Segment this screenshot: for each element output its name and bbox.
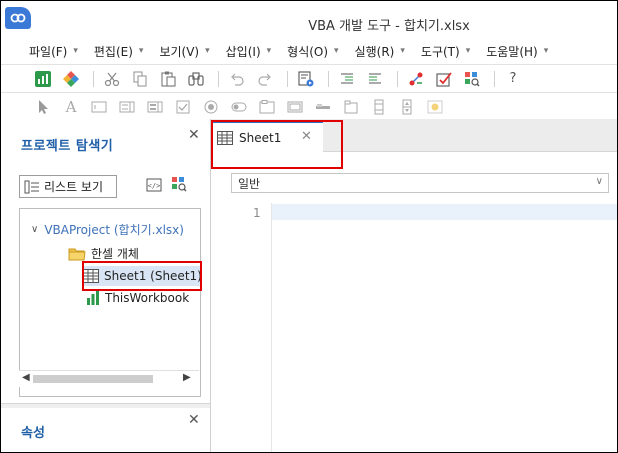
tree-item-thisworkbook[interactable]: ThisWorkbook (86, 291, 189, 305)
command-button-control-icon[interactable] (283, 96, 307, 118)
spinbutton-control-icon[interactable] (395, 96, 419, 118)
chevron-down-icon: ▾ (400, 46, 405, 56)
panel-divider[interactable] (1, 403, 210, 408)
folder-icon (68, 247, 86, 261)
chevron-down-icon: ▾ (266, 46, 272, 56)
help-button[interactable]: ? (501, 68, 525, 90)
copy-icon[interactable] (128, 68, 152, 90)
controls-toolbar: A (1, 92, 617, 121)
multipage-control-icon[interactable] (339, 96, 363, 118)
frame-control-icon[interactable] (255, 96, 279, 118)
image-control-icon[interactable] (423, 96, 447, 118)
title-bar: VBA 개발 도구 - 합치기.xlsx (1, 1, 617, 39)
tree-item-folder[interactable]: 한셀 개체 (68, 245, 139, 262)
menu-insert[interactable]: 삽입(I) ▾ (226, 43, 272, 60)
window-title: VBA 개발 도구 - 합치기.xlsx (308, 19, 470, 34)
label-control-icon[interactable]: A (59, 96, 83, 118)
project-explorer-title: 프로젝트 탐색기 (21, 139, 114, 154)
menu-format[interactable]: 형식(O) ▾ (287, 43, 338, 60)
cut-icon[interactable] (100, 68, 124, 90)
svg-text:</>: </> (148, 182, 161, 190)
combobox-control-icon[interactable] (115, 96, 139, 118)
undo-icon[interactable] (225, 68, 249, 90)
indent-icon[interactable] (335, 68, 359, 90)
current-line-highlight[interactable] (272, 204, 617, 220)
toggle-button-control-icon[interactable] (227, 96, 251, 118)
line-number: 1 (253, 206, 261, 220)
tree-horizontal-scrollbar[interactable]: ◀ ▶ (19, 370, 199, 387)
scroll-left-icon[interactable]: ◀ (22, 372, 30, 383)
tree-item-vbaproject[interactable]: ∨ VBAProject (합치기.xlsx) (31, 221, 184, 238)
workbook-icon (86, 291, 100, 305)
menu-view[interactable]: 보기(V) ▾ (159, 43, 209, 60)
editor-tab-strip: Sheet1 ✕ (211, 119, 617, 153)
standard-toolbar: ? (1, 64, 617, 92)
option-button-control-icon[interactable] (199, 96, 223, 118)
scrollbar-thumb[interactable] (33, 375, 153, 383)
scrollbar-control-icon[interactable] (367, 96, 391, 118)
chevron-down-icon: ▾ (73, 46, 78, 56)
list-view-icon (24, 180, 40, 194)
toolbar-separator (287, 70, 288, 87)
breakpoint-icon[interactable] (404, 68, 428, 90)
menu-edit[interactable]: 편집(E) ▾ (94, 43, 144, 60)
chevron-down-icon: ▾ (205, 46, 210, 56)
menu-run[interactable]: 실행(R) ▾ (355, 43, 405, 60)
chevron-down-icon[interactable]: ∨ (31, 224, 38, 235)
tab-sheet1[interactable]: Sheet1 ✕ (211, 121, 323, 153)
run-macro-icon[interactable] (294, 68, 318, 90)
outdent-icon[interactable] (363, 68, 387, 90)
sheet-icon (83, 269, 99, 283)
toolbar-separator (328, 70, 329, 87)
redo-icon[interactable] (253, 68, 277, 90)
menu-bar: 파일(F) ▾ 편집(E) ▾ 보기(V) ▾ 삽입(I) ▾ 형식(O) ▾ 실행(R)… (1, 39, 617, 63)
menu-help[interactable]: 도움말(H) ▾ (486, 43, 548, 60)
view-object-icon[interactable] (171, 176, 187, 195)
design-mode-icon[interactable] (59, 68, 83, 90)
line-number-gutter (231, 203, 272, 452)
close-icon[interactable]: ✕ (188, 127, 200, 143)
app-window: VBA 개발 도구 - 합치기.xlsx 파일(F) ▾ 편집(E) ▾ 보기(V)… (0, 0, 618, 453)
chevron-down-icon: ▾ (543, 46, 549, 56)
chevron-down-icon: ▾ (138, 46, 144, 56)
tab-label: Sheet1 (239, 131, 282, 145)
toolbar-separator (218, 70, 219, 87)
check-syntax-icon[interactable] (432, 68, 456, 90)
properties-title: 속성 (21, 426, 45, 441)
select-pointer-icon[interactable] (31, 96, 55, 118)
project-tree: ∨ VBAProject (합치기.xlsx) 한셀 개체 Sheet1 (Sh… (19, 208, 201, 397)
close-icon[interactable]: ✕ (301, 129, 312, 144)
menu-file[interactable]: 파일(F) ▾ (29, 43, 78, 60)
tree-item-sheet1[interactable]: Sheet1 (Sheet1) (83, 266, 200, 286)
code-editor-area: Sheet1 ✕ 일반 ∨ 1 (211, 119, 617, 452)
chevron-down-icon: ▾ (334, 46, 339, 56)
view-code-icon[interactable]: </> (146, 178, 162, 195)
toolbar-separator (494, 70, 495, 87)
chevron-down-icon[interactable]: ∨ (596, 176, 603, 187)
find-icon[interactable] (184, 68, 208, 90)
scroll-right-icon[interactable]: ▶ (183, 372, 191, 383)
textbox-control-icon[interactable] (87, 96, 111, 118)
checkbox-control-icon[interactable] (171, 96, 195, 118)
toolbar-separator (397, 70, 398, 87)
object-browser-icon[interactable] (460, 68, 484, 90)
list-view-button[interactable]: 리스트 보기 (19, 175, 117, 198)
project-explorer-panel: 프로젝트 탐색기 ✕ 리스트 보기 </> ∨ VBAProject (합치기.… (1, 119, 211, 452)
tabstrip-control-icon[interactable] (311, 96, 335, 118)
dropdown-value: 일반 (238, 176, 261, 191)
sheet-icon (217, 131, 233, 145)
listbox-control-icon[interactable] (143, 96, 167, 118)
close-icon[interactable]: ✕ (188, 412, 200, 428)
menu-tools[interactable]: 도구(T) ▾ (421, 43, 470, 60)
spreadsheet-app-icon[interactable] (31, 68, 55, 90)
paste-icon[interactable] (156, 68, 180, 90)
toolbar-separator (93, 70, 94, 87)
chevron-down-icon: ▾ (465, 46, 471, 56)
object-dropdown[interactable]: 일반 ∨ (231, 173, 609, 193)
